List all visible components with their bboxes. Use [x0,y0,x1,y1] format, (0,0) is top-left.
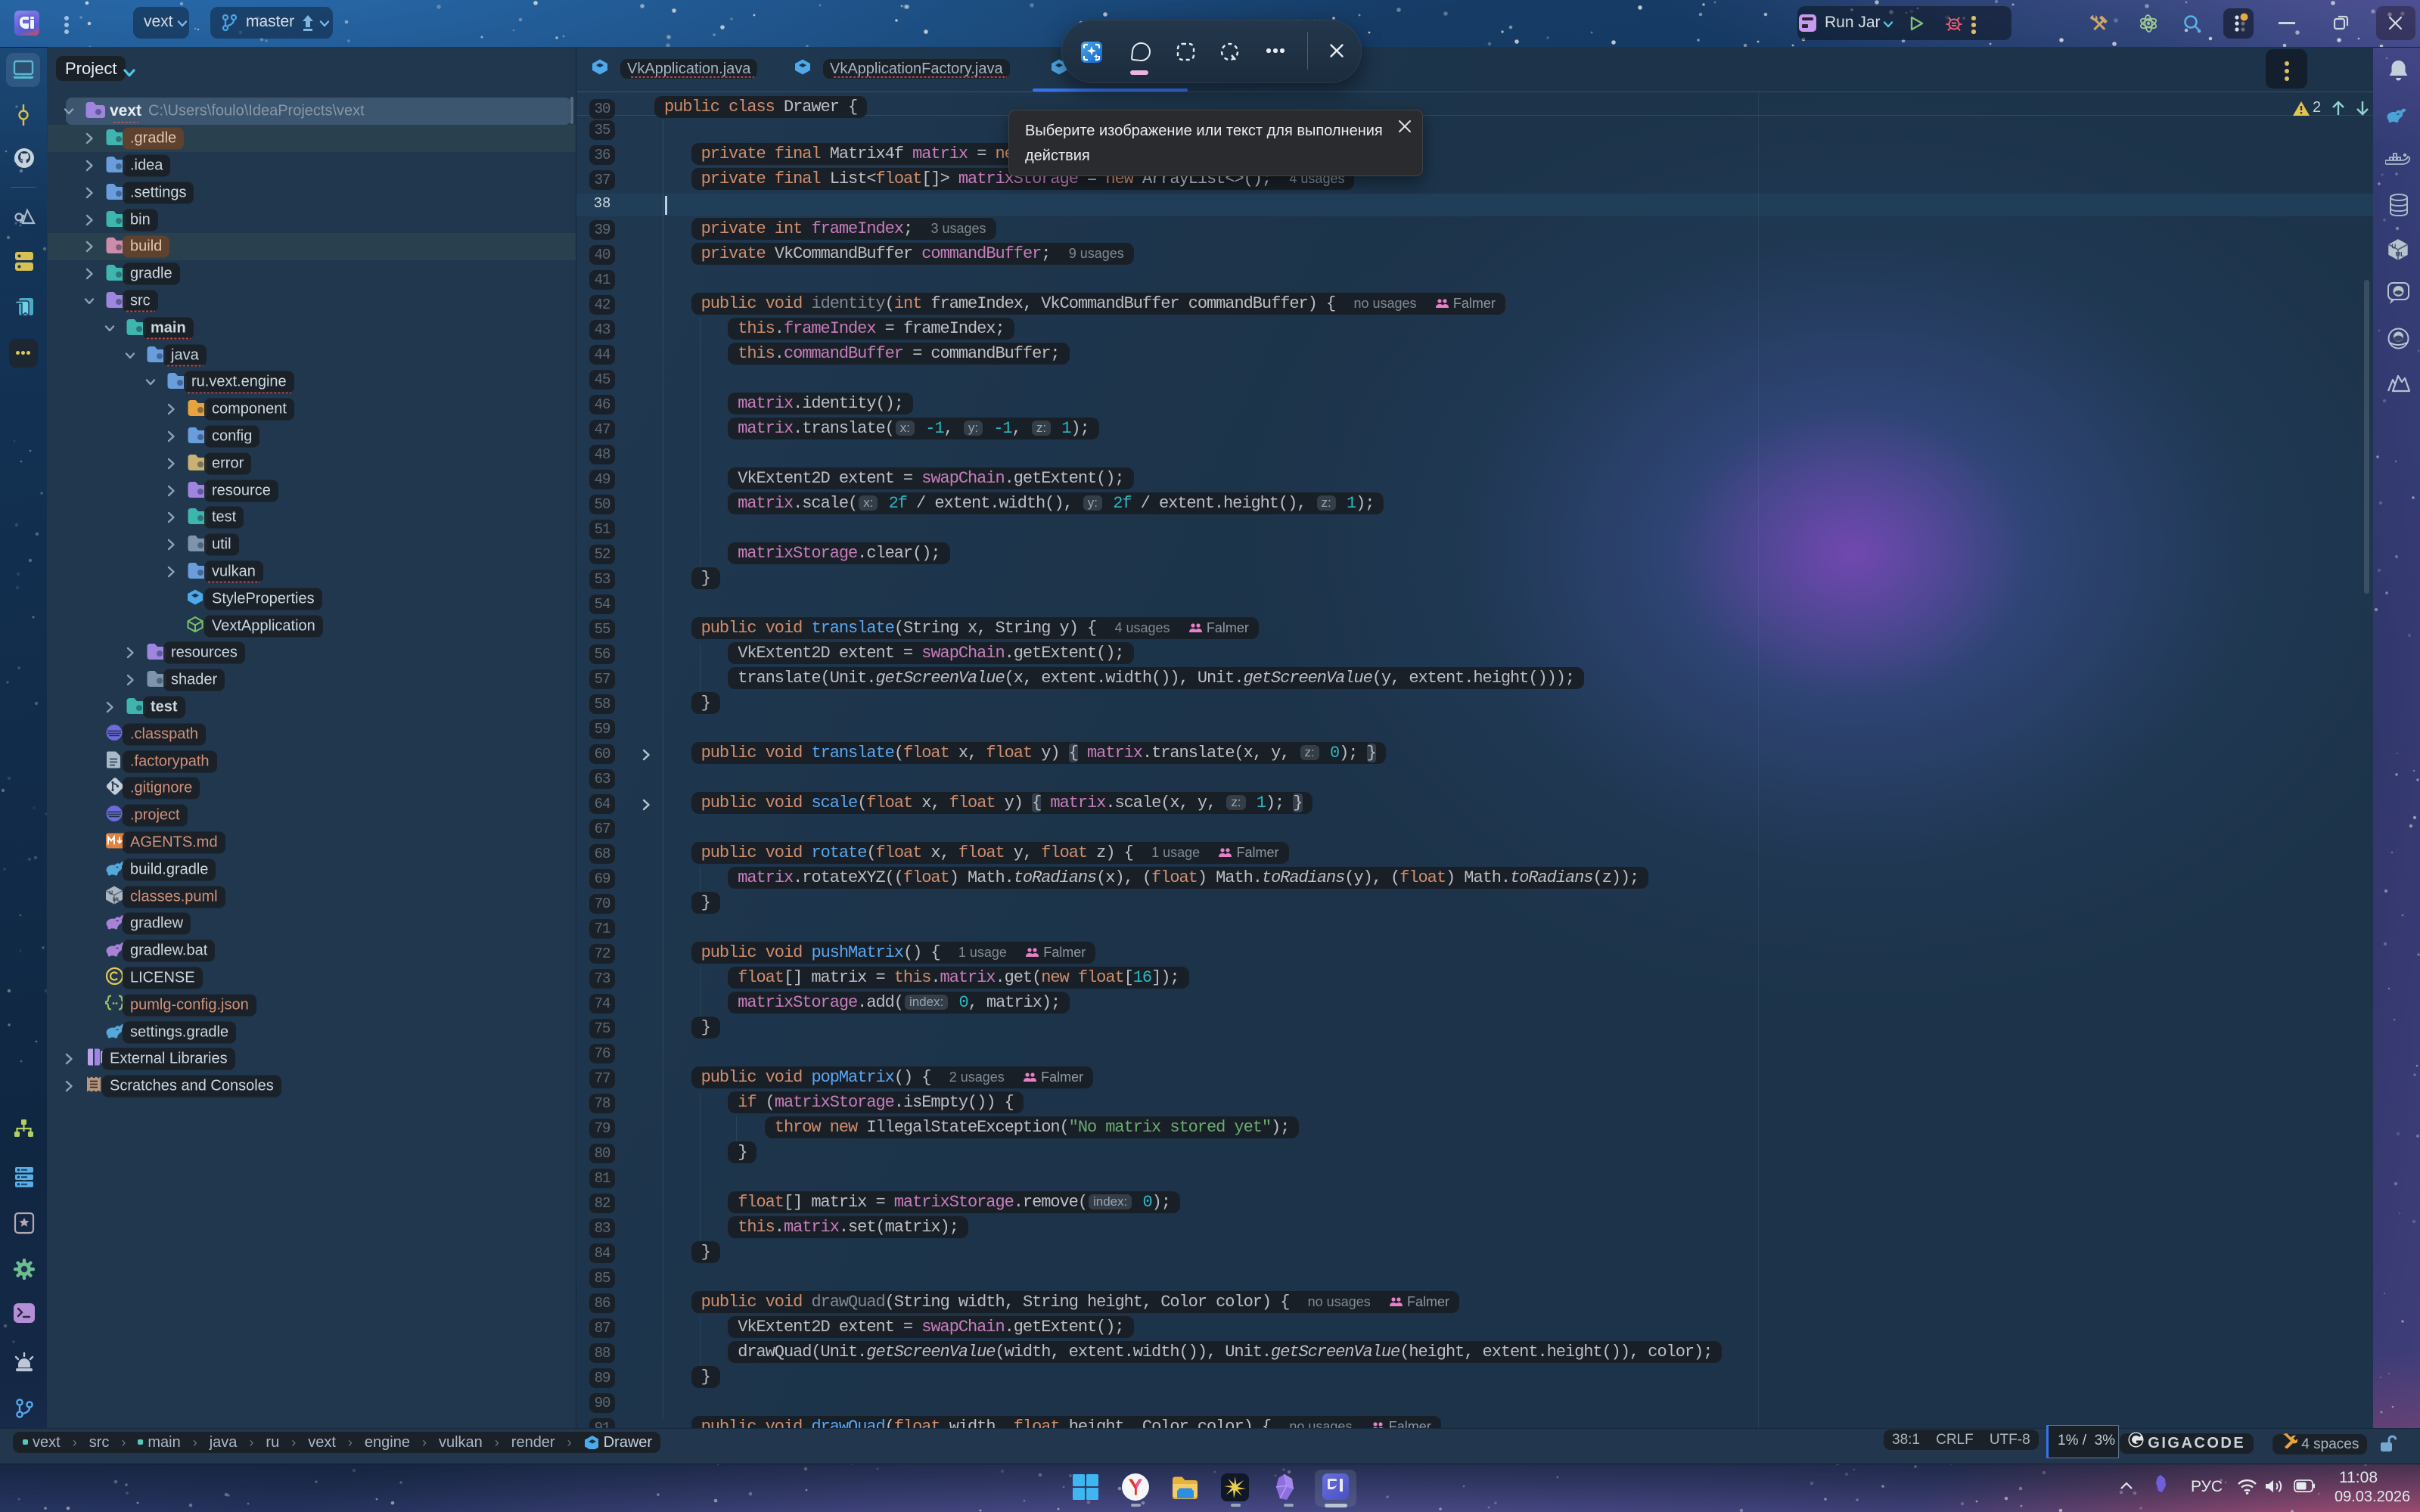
svg-text:ML: ML [2396,251,2405,258]
svg-text:U: U [2391,243,2396,250]
svg-text:U: U [109,890,113,896]
svg-text:ML: ML [113,897,121,902]
